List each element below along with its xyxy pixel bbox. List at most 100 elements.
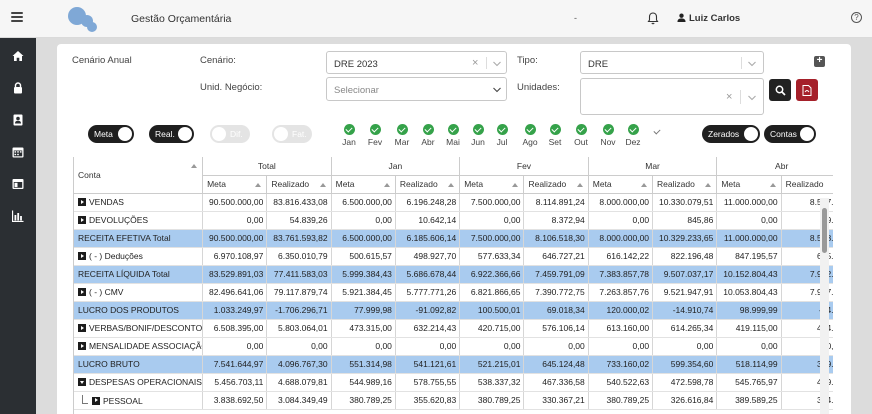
table-row[interactable]: ( - ) Deduções 6.970.108,97 6.350.010,79 50… — [74, 247, 833, 266]
meta-value-cell: 7.383.857,78 — [588, 265, 654, 284]
expand-icon[interactable] — [78, 252, 86, 260]
expand-icon[interactable] — [92, 396, 100, 405]
user-name: Luiz Carlos — [689, 13, 741, 24]
sidebar-item-contacts[interactable] — [0, 104, 36, 136]
column-header-meta[interactable]: Meta — [331, 175, 396, 194]
vertical-scrollbar[interactable] — [820, 198, 829, 414]
account-name-cell[interactable]: LUCRO BRUTO — [74, 355, 204, 374]
account-name-cell[interactable]: PESSOAL — [74, 391, 204, 410]
column-header-meta[interactable]: Meta — [716, 175, 782, 194]
month-nov[interactable]: Nov — [598, 124, 618, 147]
sidebar-item-calendar[interactable] — [0, 136, 36, 168]
table-row[interactable]: MENSALIDADE ASSOCIAÇÃO 0,00 0,00 0,00 0,00 0,… — [74, 337, 833, 356]
month-jan[interactable]: Jan — [339, 124, 359, 147]
select-all-months[interactable] — [647, 126, 667, 139]
toggle-realizado[interactable]: Real. — [149, 125, 194, 143]
month-set[interactable]: Set — [545, 124, 565, 147]
expand-icon[interactable] — [78, 216, 86, 224]
toggle-contas[interactable]: Contas — [764, 125, 816, 143]
column-header-realizado[interactable]: Realizado — [395, 175, 461, 194]
clear-icon[interactable]: × — [726, 91, 732, 103]
meta-value-cell: 538.337,32 — [459, 373, 525, 392]
toggle-zerados[interactable]: Zerados — [702, 125, 760, 143]
meta-value-cell: 8.000.000,00 — [588, 193, 654, 212]
month-ago[interactable]: Ago — [520, 124, 540, 147]
column-header-realizado[interactable]: Realizado — [266, 175, 332, 194]
month-abr[interactable]: Abr — [418, 124, 438, 147]
menu-icon[interactable] — [11, 12, 23, 24]
account-name-cell[interactable]: VENDAS — [74, 193, 204, 212]
account-name-cell[interactable]: MENSALIDADE ASSOCIAÇÃO — [74, 337, 204, 356]
realizado-value-cell: 599.354,60 — [652, 355, 718, 374]
toggle-diferenca[interactable]: Dif. — [210, 125, 250, 143]
sidebar-item-dashboard[interactable] — [0, 168, 36, 200]
column-header-realizado[interactable]: Realizado — [781, 175, 833, 194]
chevron-down-icon[interactable] — [748, 61, 756, 67]
toggle-meta[interactable]: Meta — [88, 125, 134, 143]
clear-icon[interactable]: × — [472, 57, 478, 69]
account-name-cell[interactable]: DEVOLUÇÕES — [74, 211, 204, 230]
table-row[interactable]: VENDAS 90.500.000,00 83.816.433,08 6.500.00… — [74, 193, 833, 212]
account-name-cell[interactable]: ( - ) Deduções — [74, 247, 204, 266]
check-icon — [472, 124, 484, 135]
account-name-cell[interactable]: DESPESAS OPERACIONAIS — [74, 373, 204, 392]
account-name-cell[interactable]: LUCRO DOS PRODUTOS — [74, 301, 204, 320]
add-filter-button[interactable]: + — [814, 56, 825, 67]
table-row-total[interactable]: LUCRO BRUTO 7.541.644,97 4.096.767,30 551.3… — [74, 355, 833, 374]
meta-value-cell: 577.633,34 — [459, 247, 525, 266]
meta-value-cell: 5.456.703,11 — [202, 373, 268, 392]
month-jun[interactable]: Jun — [468, 124, 488, 147]
sidebar-item-lock[interactable] — [0, 72, 36, 104]
cenario-select[interactable]: DRE 2023 × — [326, 51, 507, 74]
tipo-select[interactable]: DRE — [580, 51, 764, 74]
realizado-value-cell: 5.803.064,01 — [266, 319, 332, 338]
table-row-total[interactable]: RECEITA LÍQUIDA Total 83.529.891,03 77.411… — [74, 265, 833, 284]
account-name-cell[interactable]: VERBAS/BONIF/DESCONTOS — [74, 319, 204, 338]
chevron-down-icon[interactable] — [493, 87, 501, 93]
table-row[interactable]: ( - ) CMV 82.496.641,06 79.117.879,74 5.921… — [74, 283, 833, 302]
column-header-realizado[interactable]: Realizado — [652, 175, 718, 194]
table-row[interactable]: DEVOLUÇÕES 0,00 54.839,26 0,00 10.642,14 0,00… — [74, 211, 833, 230]
search-button[interactable] — [769, 79, 791, 101]
month-jul[interactable]: Jul — [492, 124, 512, 147]
column-header-realizado[interactable]: Realizado — [523, 175, 589, 194]
month-fev[interactable]: Fev — [365, 124, 385, 147]
month-dez[interactable]: Dez — [623, 124, 643, 147]
help-icon[interactable]: ? — [851, 12, 862, 23]
chevron-down-icon[interactable] — [748, 95, 756, 101]
table-row[interactable]: DESPESAS OPERACIONAIS 5.456.703,11 4.688.0… — [74, 373, 833, 392]
table-row-total[interactable]: RECEITA EFETIVA Total 90.500.000,00 83.761… — [74, 229, 833, 248]
month-mai[interactable]: Mai — [443, 124, 463, 147]
month-out[interactable]: Out — [571, 124, 591, 147]
unidades-select[interactable]: × — [580, 78, 764, 115]
table-row[interactable]: VERBAS/BONIF/DESCONTOS 6.508.395,00 5.803.… — [74, 319, 833, 338]
unid-negocio-select[interactable]: Selecionar — [326, 77, 507, 101]
month-mar[interactable]: Mar — [392, 124, 412, 147]
expand-icon[interactable] — [78, 198, 86, 206]
table-row[interactable]: PESSOAL 3.838.692,50 3.084.349,49 380.789,2… — [74, 391, 833, 410]
sidebar-item-home[interactable] — [0, 40, 36, 72]
account-name-cell[interactable]: RECEITA EFETIVA Total — [74, 229, 204, 248]
expand-icon[interactable] — [78, 288, 86, 296]
expand-icon[interactable] — [78, 324, 86, 332]
collapse-icon[interactable] — [78, 378, 86, 386]
account-name-cell[interactable]: ( - ) CMV — [74, 283, 204, 302]
meta-value-cell: 380.789,25 — [331, 391, 396, 410]
column-header-conta[interactable]: Conta — [74, 157, 204, 194]
account-name-cell[interactable]: RECEITA LÍQUIDA Total — [74, 265, 204, 284]
sidebar-item-reports[interactable] — [0, 200, 36, 232]
bell-icon[interactable] — [647, 12, 659, 25]
export-pdf-button[interactable] — [796, 79, 818, 101]
column-header-meta[interactable]: Meta — [588, 175, 654, 194]
table-row-total[interactable]: LUCRO DOS PRODUTOS 1.033.249,97 -1.706.296… — [74, 301, 833, 320]
user-menu[interactable]: Luiz Carlos — [677, 13, 740, 24]
column-header-meta[interactable]: Meta — [202, 175, 268, 194]
app-logo[interactable] — [68, 5, 98, 33]
expand-icon[interactable] — [78, 342, 86, 350]
toggle-faturamento[interactable]: Fat. — [272, 125, 312, 143]
realizado-value-cell: 645.124,48 — [523, 355, 589, 374]
scrollbar-thumb[interactable] — [822, 208, 827, 253]
column-header-meta[interactable]: Meta — [459, 175, 525, 194]
chevron-down-icon[interactable] — [493, 61, 501, 67]
sort-icon — [576, 182, 583, 187]
